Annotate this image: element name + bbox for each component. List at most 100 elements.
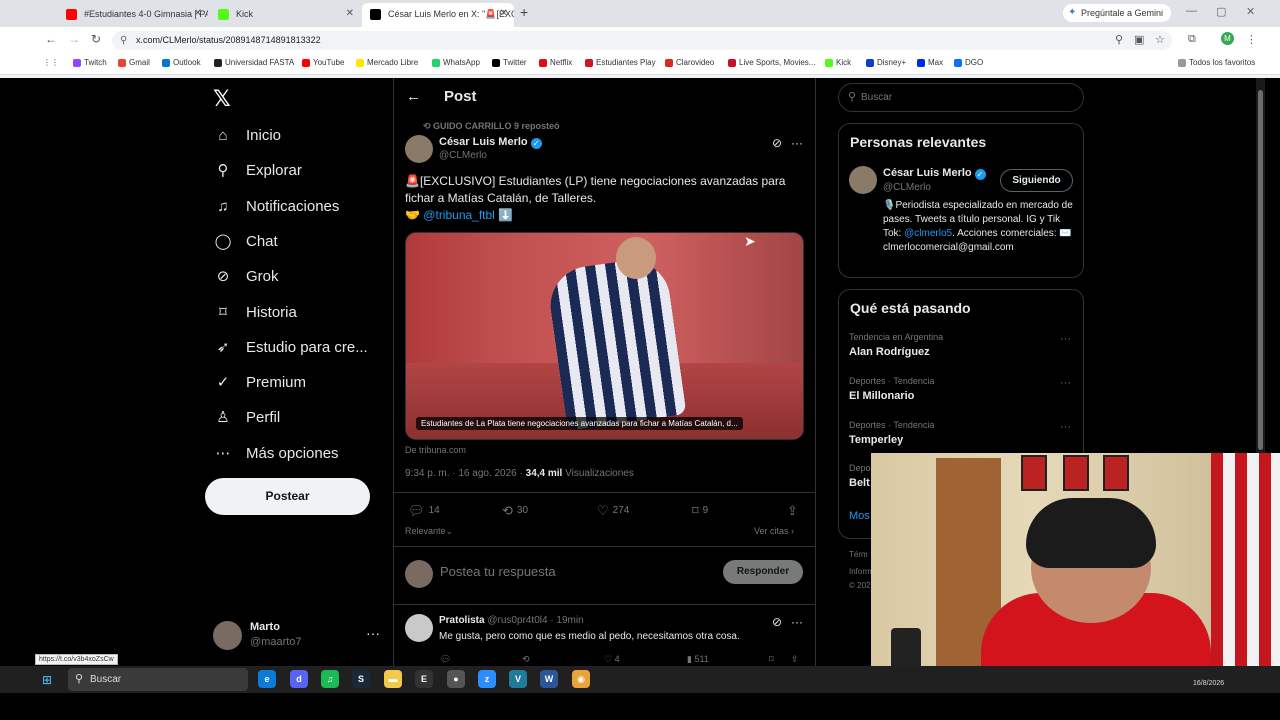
show-more-link[interactable]: Mos bbox=[849, 510, 870, 522]
bio-link[interactable]: @clmerlo5 bbox=[904, 228, 952, 239]
more-icon[interactable]: ··· bbox=[1060, 377, 1071, 389]
more-icon[interactable]: ··· bbox=[366, 625, 380, 641]
reload-icon[interactable]: ↻ bbox=[91, 32, 101, 46]
menu-icon[interactable]: ⋮ bbox=[1246, 33, 1257, 46]
more-icon[interactable]: ··· bbox=[1060, 333, 1071, 345]
sidebar-item-0[interactable]: ⌂ Inicio bbox=[213, 124, 281, 148]
comment-author[interactable]: Pratolista @rus0pr4t0l4 · 19min bbox=[439, 615, 584, 626]
footer-link[interactable]: Térm bbox=[849, 550, 868, 559]
zoom-icon[interactable]: ⚲ bbox=[1115, 33, 1123, 46]
steam-icon[interactable]: S bbox=[352, 670, 370, 688]
reply-button[interactable]: 💬︎ 14 bbox=[408, 503, 440, 519]
link-card-image[interactable]: Estudiantes de La Plata tiene negociacio… bbox=[405, 232, 804, 440]
more-icon[interactable]: ··· bbox=[791, 615, 803, 629]
maximize-icon[interactable]: ▢ bbox=[1216, 5, 1226, 18]
sidebar-item-7[interactable]: ✓ Premium bbox=[213, 371, 306, 395]
trend-name[interactable]: El Millonario bbox=[849, 390, 914, 402]
footer-link[interactable]: Inform bbox=[849, 567, 872, 576]
author-handle[interactable]: @CLMerlo bbox=[439, 150, 487, 161]
views-button[interactable]: ▮ 511 bbox=[687, 654, 709, 665]
post-button[interactable]: Postear bbox=[205, 478, 370, 515]
x-logo-icon[interactable]: 𝕏 bbox=[213, 86, 231, 112]
avatar[interactable] bbox=[849, 166, 877, 194]
close-icon[interactable]: ✕ bbox=[194, 3, 202, 25]
trend-name[interactable]: Alan Rodríguez bbox=[849, 346, 930, 358]
sidebar-item-4[interactable]: ⊘ Grok bbox=[213, 265, 279, 289]
extensions-icon[interactable]: ⧉ bbox=[1188, 33, 1196, 46]
forward-icon[interactable]: → bbox=[68, 32, 80, 46]
post-time[interactable]: 9:34 p. m. · 16 ago. 2026 · bbox=[405, 468, 523, 479]
all-bookmarks[interactable]: Todos los favoritos bbox=[1178, 58, 1255, 67]
share-icon[interactable]: ⇪ bbox=[787, 503, 802, 519]
search-input[interactable]: Buscar bbox=[838, 83, 1084, 112]
repost-button[interactable]: ⟲ 30 bbox=[502, 503, 528, 519]
bookmark-item[interactable]: Clarovideo bbox=[665, 58, 714, 67]
sidebar-item-1[interactable]: ⚲ Explorar bbox=[213, 159, 302, 183]
bookmark-item[interactable]: DGO bbox=[954, 58, 983, 67]
discord-icon[interactable]: d bbox=[290, 670, 308, 688]
obs-icon[interactable]: ● bbox=[447, 670, 465, 688]
grok-icon[interactable]: ⊘ bbox=[772, 136, 782, 150]
relevant-name[interactable]: César Luis Merlo ✓ bbox=[883, 167, 986, 180]
bookmark-item[interactable]: Live Sports, Movies... bbox=[728, 58, 815, 67]
reply-submit-button[interactable]: Responder bbox=[723, 560, 803, 584]
bookmark-button[interactable]: ⌑ 9 bbox=[692, 503, 708, 519]
bookmark-item[interactable]: Netflix bbox=[539, 58, 572, 67]
sort-dropdown[interactable]: Relevante⌄ bbox=[405, 526, 453, 537]
reply-input[interactable]: Postea tu respuesta bbox=[440, 564, 556, 579]
taskbar-search[interactable]: Buscar bbox=[68, 668, 248, 691]
bookmark-item[interactable]: WhatsApp bbox=[432, 58, 480, 67]
grok-icon[interactable]: ⊘ bbox=[772, 615, 782, 629]
virtual-app-icon[interactable]: V bbox=[509, 670, 527, 688]
sidebar-item-5[interactable]: ⌑ Historia bbox=[213, 301, 297, 325]
back-icon[interactable]: ← bbox=[45, 32, 57, 46]
windows-start-icon[interactable]: ⊞ bbox=[42, 673, 52, 687]
cast-icon[interactable]: ▣ bbox=[1134, 33, 1144, 46]
mention-link[interactable]: @tribuna_ftbl bbox=[423, 208, 495, 222]
trend-name[interactable]: Belt bbox=[849, 477, 870, 489]
bookmark-item[interactable]: Universidad FASTA bbox=[214, 58, 294, 67]
relevant-handle[interactable]: @CLMerlo bbox=[883, 182, 931, 193]
tab-kick[interactable]: Kick ✕ bbox=[210, 3, 360, 27]
spotify-icon[interactable]: ♫ bbox=[321, 670, 339, 688]
link-source[interactable]: De tribuna.com bbox=[405, 445, 466, 455]
back-arrow-icon[interactable]: ← bbox=[406, 88, 421, 105]
address-bar[interactable]: x.com/CLMerlo/status/2089148714891813322 bbox=[112, 31, 1172, 50]
profile-avatar[interactable]: M bbox=[1221, 32, 1234, 45]
bookmark-item[interactable]: Mercado Libre bbox=[356, 58, 418, 67]
sidebar-item-6[interactable]: ➶ Estudio para cre... bbox=[213, 336, 368, 360]
zoom-app-icon[interactable]: z bbox=[478, 670, 496, 688]
repost-icon[interactable]: ⟲ bbox=[522, 654, 530, 665]
view-quotes-link[interactable]: Ver citas › bbox=[754, 526, 794, 536]
sidebar-item-9[interactable]: ⋯ Más opciones bbox=[213, 442, 339, 466]
author-avatar[interactable] bbox=[405, 135, 433, 163]
close-icon[interactable]: ✕ bbox=[500, 3, 508, 25]
epic-games-icon[interactable]: E bbox=[415, 670, 433, 688]
gemini-button[interactable]: Pregúntale a Gemini bbox=[1063, 4, 1172, 22]
bookmark-item[interactable]: Twitter bbox=[492, 58, 527, 67]
word-icon[interactable]: W bbox=[540, 670, 558, 688]
minimize-icon[interactable]: — bbox=[1186, 5, 1197, 17]
folder-icon[interactable]: ▬ bbox=[384, 670, 402, 688]
scrollbar-thumb[interactable] bbox=[1258, 90, 1263, 450]
following-button[interactable]: Siguiendo bbox=[1000, 169, 1073, 192]
star-icon[interactable]: ☆ bbox=[1155, 33, 1165, 46]
author-name[interactable]: César Luis Merlo ✓ bbox=[439, 136, 542, 149]
trend-name[interactable]: Temperley bbox=[849, 434, 903, 446]
bookmark-icon[interactable]: ⌑ bbox=[769, 654, 774, 665]
bookmark-item[interactable]: Gmail bbox=[118, 58, 150, 67]
like-button[interactable]: ♡ 4 bbox=[604, 654, 620, 665]
tab-youtube[interactable]: #Estudiantes 4-0 Gimnasia | PA ✕ bbox=[58, 3, 208, 27]
bookmark-item[interactable]: Kick bbox=[825, 58, 851, 67]
bookmark-item[interactable]: Estudiantes Play bbox=[585, 58, 656, 67]
window-close-icon[interactable]: ✕ bbox=[1246, 5, 1255, 18]
new-tab-button[interactable]: + bbox=[520, 4, 528, 20]
bookmark-item[interactable]: Outlook bbox=[162, 58, 201, 67]
sidebar-item-8[interactable]: ♙ Perfil bbox=[213, 406, 280, 430]
bookmark-item[interactable]: YouTube bbox=[302, 58, 344, 67]
more-icon[interactable]: ··· bbox=[1060, 421, 1071, 433]
tab-x-post[interactable]: César Luis Merlo en X: "🚨[EXC ✕ bbox=[362, 3, 514, 27]
reply-icon[interactable]: 💬︎ bbox=[440, 654, 451, 665]
comment-avatar[interactable] bbox=[405, 614, 433, 642]
apps-icon[interactable]: ⋮⋮ bbox=[43, 58, 59, 67]
